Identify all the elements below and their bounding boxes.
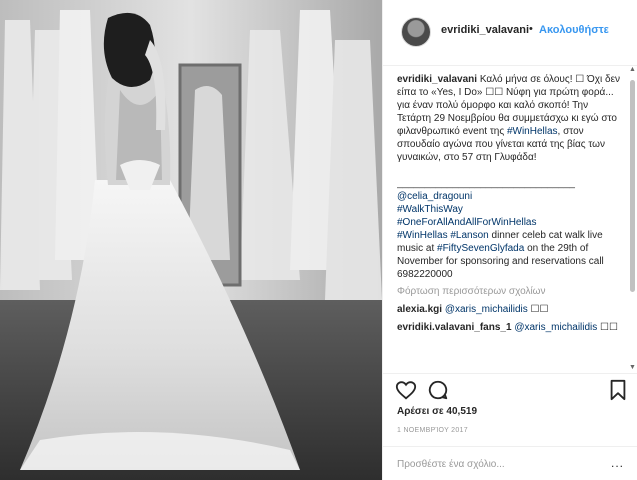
post-header: evridiki_valavani • Ακολουθήστε	[383, 0, 637, 66]
comment-item: evridiki.valavani_fans_1 @xaris_michaili…	[397, 321, 621, 334]
mention-link[interactable]: @celia_dragouni	[397, 191, 472, 202]
hashtag-link[interactable]: #OneForAllAndAllForWinHellas	[397, 217, 537, 228]
caption-username[interactable]: evridiki_valavani	[397, 74, 477, 85]
heart-icon[interactable]	[395, 379, 417, 401]
hashtag-link[interactable]: #WinHellas	[397, 230, 448, 241]
comments-list: evridiki_valavani Καλό μήνα σε όλους! ☐ …	[397, 73, 621, 373]
comment-bubble-icon[interactable]	[427, 379, 449, 401]
scrollbar-thumb[interactable]	[630, 80, 635, 292]
scroll-down-arrow-icon[interactable]: ▼	[629, 364, 636, 372]
bookmark-icon[interactable]	[607, 379, 629, 401]
comment-username[interactable]: evridiki.valavani_fans_1	[397, 322, 512, 333]
add-comment-input[interactable]	[397, 455, 607, 473]
more-options-icon[interactable]: ...	[611, 456, 624, 470]
follow-button[interactable]: Ακολουθήστε	[539, 24, 609, 36]
avatar[interactable]	[401, 17, 431, 47]
hashtag-link[interactable]: #WinHellas	[507, 126, 558, 137]
caption-divider: ________________________________	[397, 178, 575, 189]
load-more-comments-button[interactable]: Φόρτωση περισσότερων σχολίων	[397, 285, 621, 298]
hashtag-link[interactable]: #WalkThisWay	[397, 204, 463, 215]
comment-text: ☐☐	[530, 304, 549, 315]
caption: evridiki_valavani Καλό μήνα σε όλους! ☐ …	[397, 73, 621, 281]
add-comment-bar: ...	[383, 446, 637, 480]
hashtag-link[interactable]: #Lanson	[450, 230, 488, 241]
post-photo[interactable]	[0, 0, 382, 480]
hashtag-link[interactable]: #FiftySevenGlyfada	[437, 243, 524, 254]
comment-text: ☐☐	[600, 322, 618, 333]
post-side-panel: evridiki_valavani • Ακολουθήστε evridiki…	[382, 0, 637, 480]
scroll-up-arrow-icon[interactable]: ▲	[629, 66, 636, 74]
comment-username[interactable]: alexia.kgi	[397, 304, 442, 315]
mention-link[interactable]: @xaris_michailidis	[445, 304, 528, 315]
header-separator: •	[529, 23, 533, 35]
likes-count[interactable]: Αρέσει σε 40,519	[397, 406, 477, 417]
bride-in-wedding-dress-photo	[0, 0, 382, 480]
post-actions: Αρέσει σε 40,519 1 ΝΟΕΜΒΡΊΟΥ 2017	[383, 373, 637, 455]
post-date[interactable]: 1 ΝΟΕΜΒΡΊΟΥ 2017	[397, 427, 468, 434]
header-username[interactable]: evridiki_valavani	[441, 24, 529, 36]
comment-item: alexia.kgi @xaris_michailidis ☐☐	[397, 303, 621, 316]
mention-link[interactable]: @xaris_michailidis	[514, 322, 597, 333]
comments-scrollbar[interactable]: ▲ ▼	[629, 66, 637, 373]
